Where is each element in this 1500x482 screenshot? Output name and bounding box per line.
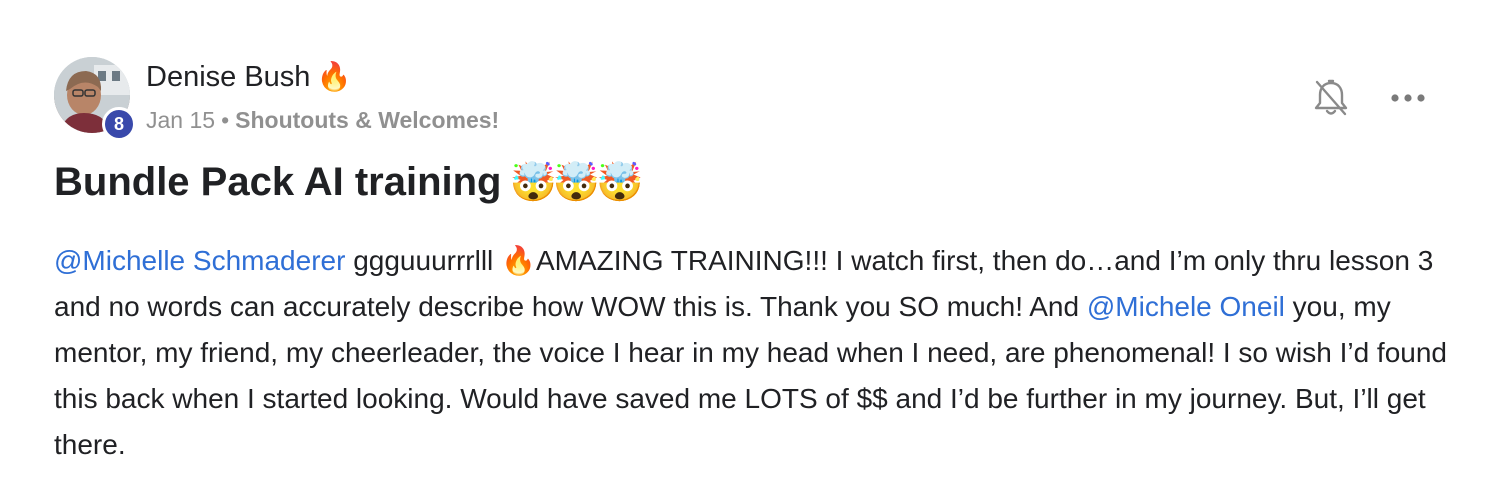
more-horizontal-icon[interactable] (1390, 88, 1426, 108)
post-date[interactable]: Jan 15 (146, 107, 215, 133)
level-badge: 8 (102, 107, 136, 141)
post-title-row: Bundle Pack AI training 🤯🤯🤯 (54, 160, 643, 205)
author-avatar[interactable]: 8 (54, 57, 136, 141)
author-name[interactable]: Denise Bush (146, 61, 310, 93)
author-name-row: Denise Bush 🔥 (146, 60, 351, 94)
post-meta: Jan 15 • Shoutouts & Welcomes! (146, 107, 499, 134)
flame-icon: 🔥 (501, 245, 536, 276)
post-body: @Michelle Schmaderer ggguuurrrlll 🔥AMAZI… (54, 238, 1454, 468)
body-text: ggguuurrrlll (345, 245, 502, 276)
exploding-head-icon: 🤯🤯🤯 (509, 162, 643, 204)
meta-separator: • (221, 107, 230, 133)
mention-link[interactable]: @Michelle Schmaderer (54, 245, 345, 276)
bell-off-icon[interactable] (1312, 78, 1350, 118)
post-title[interactable]: Bundle Pack AI training (54, 160, 501, 204)
post-category[interactable]: Shoutouts & Welcomes! (235, 107, 499, 133)
post-card: 8 Denise Bush 🔥 Jan 15 • Shoutouts & Welcom… (0, 0, 1500, 482)
flame-icon: 🔥 (316, 61, 352, 92)
mention-link[interactable]: @Michele Oneil (1087, 291, 1285, 322)
